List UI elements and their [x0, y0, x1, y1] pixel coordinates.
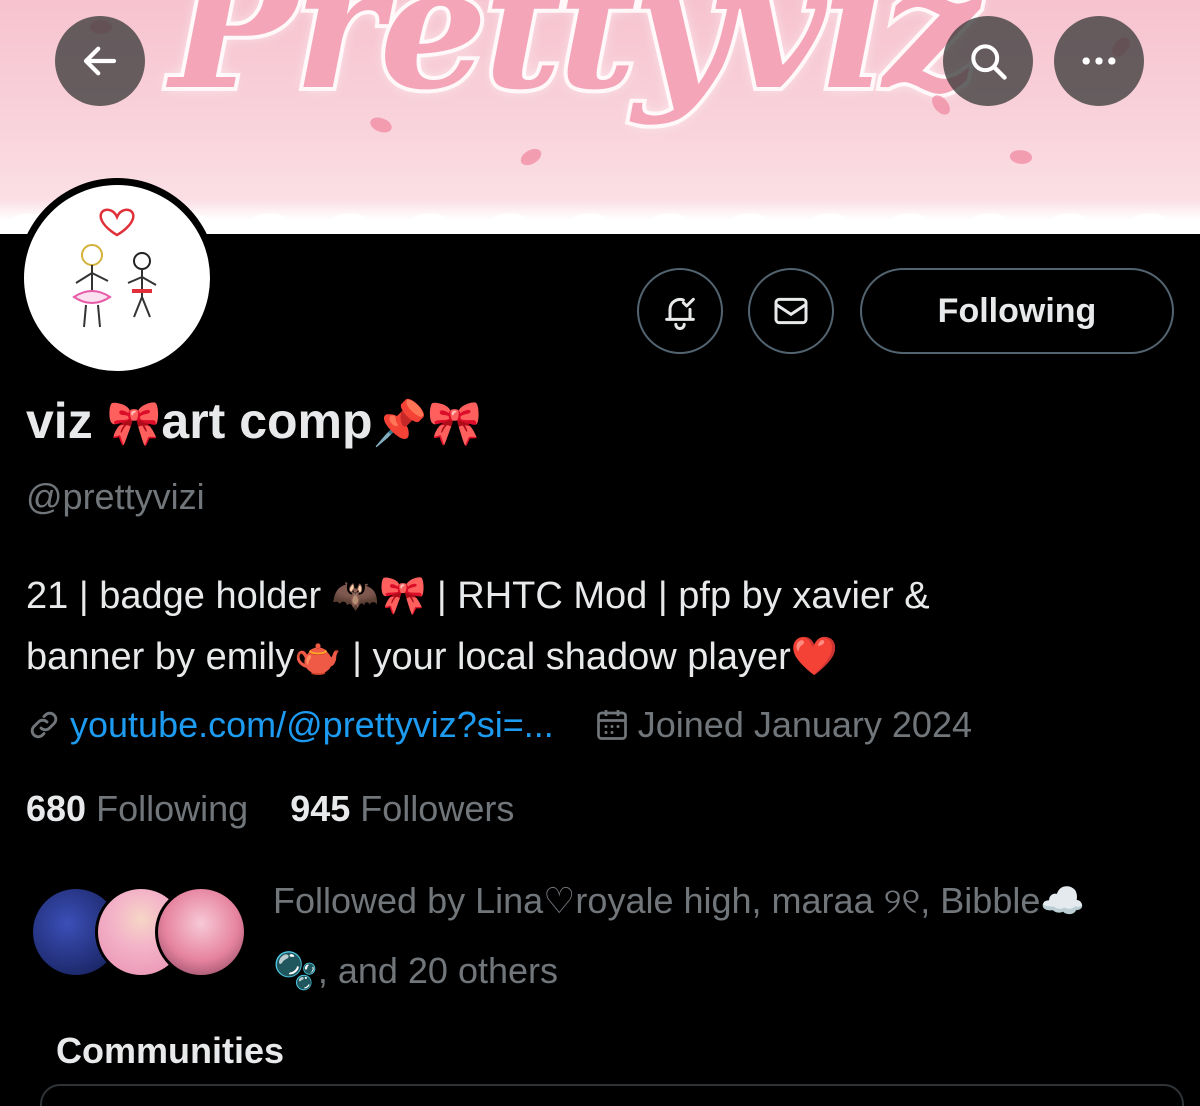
follower-avatar[interactable]	[155, 886, 247, 978]
bio-line: 21 | badge holder 🦇🎀 | RHTC Mod | pfp by…	[26, 575, 930, 617]
display-name: viz 🎀art comp📌🎀	[26, 392, 482, 450]
calendar-icon	[596, 710, 627, 740]
banner-petal	[1008, 147, 1034, 167]
community-card[interactable]	[40, 1084, 1184, 1106]
user-handle: @prettyvizi	[26, 476, 205, 517]
profile-meta: youtube.com/@prettyviz?si=... Joined Jan…	[26, 704, 972, 746]
profile-avatar[interactable]	[17, 178, 217, 378]
search-button[interactable]	[943, 16, 1033, 106]
profile-link[interactable]: youtube.com/@prettyviz?si=...	[70, 704, 554, 746]
back-button[interactable]	[55, 16, 145, 106]
avatar-image	[24, 185, 210, 371]
followed-by-line: Followed by Lina♡royale high, maraa ୨୧, …	[273, 880, 1086, 921]
communities-heading: Communities	[56, 1030, 285, 1071]
followers-label: Followers	[360, 788, 515, 829]
notifications-button[interactable]	[637, 268, 723, 354]
more-horizontal-icon	[1082, 57, 1116, 65]
bow-emoji: 🎀	[106, 398, 162, 449]
display-name-part1: viz	[26, 393, 107, 449]
search-icon	[971, 44, 1007, 80]
bio-line: banner by emily🫖 | your local shadow pla…	[26, 636, 839, 678]
followers-count: 945	[290, 788, 351, 829]
following-stat[interactable]: 680 Following	[26, 788, 248, 829]
following-count: 680	[26, 788, 87, 829]
message-button[interactable]	[748, 268, 834, 354]
following-label: Following	[96, 788, 249, 829]
envelope-icon	[774, 297, 808, 325]
banner-petal	[518, 146, 544, 168]
pin-bow-emoji: 📌🎀	[372, 398, 483, 449]
profile-bio: 21 | badge holder 🦇🎀 | RHTC Mod | pfp by…	[26, 566, 1176, 688]
more-options-button[interactable]	[1054, 16, 1144, 106]
arrow-left-icon	[83, 46, 117, 76]
joined-date: Joined January 2024	[637, 704, 972, 745]
follow-counts: 680 Following 945 Followers	[26, 788, 514, 830]
bell-check-icon	[665, 297, 695, 330]
banner-text: Prettyviz	[166, 0, 983, 132]
following-button[interactable]: Following	[860, 268, 1174, 354]
display-name-part2: art comp	[161, 393, 373, 449]
followed-by-line: 🫧, and 20 others	[273, 950, 558, 991]
followers-stat[interactable]: 945 Followers	[290, 788, 514, 829]
link-icon	[30, 711, 58, 739]
followed-by-text[interactable]: Followed by Lina♡royale high, maraa ୨୧, …	[273, 866, 1183, 1006]
